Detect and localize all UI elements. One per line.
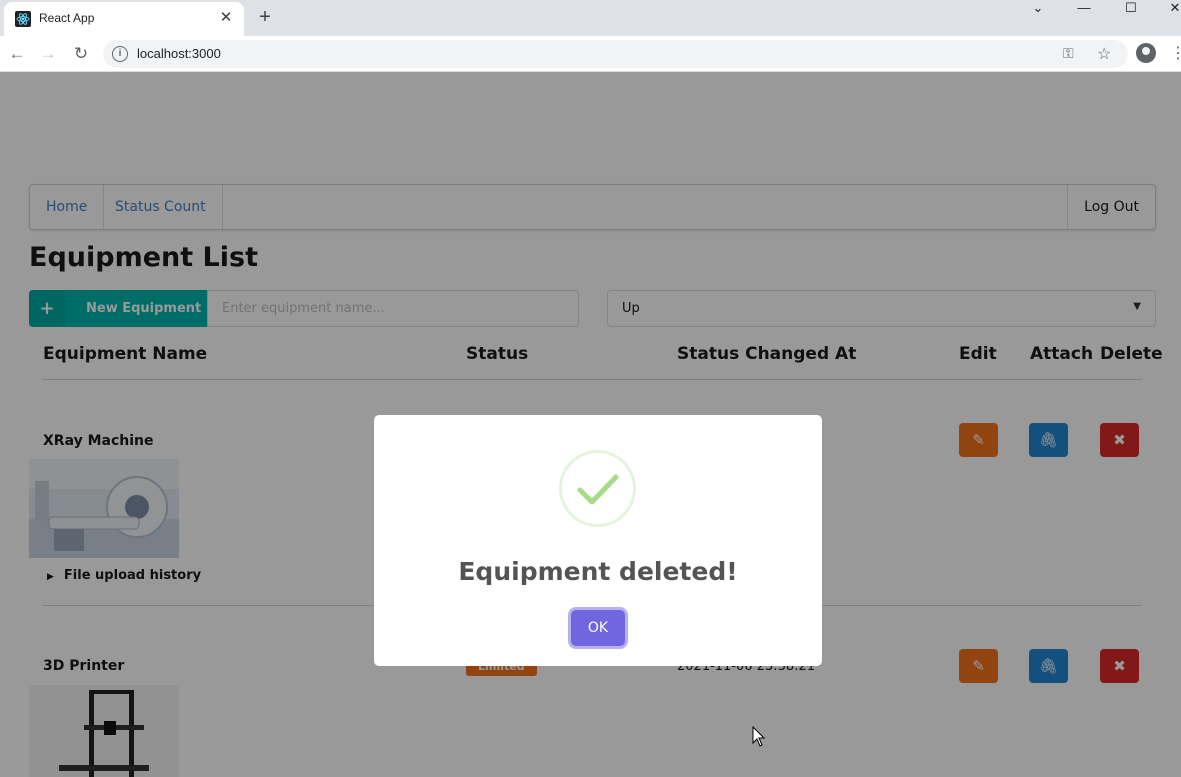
check-mark-icon <box>577 474 619 505</box>
maximize-icon[interactable]: ☐ <box>1109 0 1153 16</box>
key-icon[interactable]: ⚿ <box>1063 45 1074 62</box>
success-dialog: Equipment deleted! OK <box>374 415 822 666</box>
react-logo-icon <box>15 11 31 27</box>
page: Home Status Count Log Out Equipment List… <box>0 72 1181 777</box>
tab-close-icon[interactable]: ✕ <box>218 10 234 26</box>
new-tab-icon[interactable]: + <box>256 7 274 27</box>
browser-tab-bar: React App ✕ + ⌄ — ☐ ✕ <box>0 0 1181 36</box>
dialog-title: Equipment deleted! <box>458 557 738 586</box>
address-url[interactable]: localhost:3000 <box>137 46 221 61</box>
browser-toolbar: ← → ↻ i localhost:3000 ⚿ ☆ ⋮ <box>0 36 1181 72</box>
success-check-icon <box>559 450 636 527</box>
mouse-cursor-icon <box>752 726 766 747</box>
tab-search-chevron-icon[interactable]: ⌄ <box>1016 0 1060 16</box>
forward-arrow-icon[interactable]: → <box>38 44 58 64</box>
reload-icon[interactable]: ↻ <box>71 44 91 64</box>
profile-avatar-icon[interactable] <box>1136 43 1156 63</box>
back-arrow-icon[interactable]: ← <box>7 44 27 64</box>
tab-title: React App <box>39 11 95 25</box>
browser-menu-icon[interactable]: ⋮ <box>1170 44 1181 64</box>
minimize-icon[interactable]: — <box>1062 0 1106 16</box>
browser-tab[interactable]: React App ✕ <box>4 2 244 36</box>
bookmark-star-icon[interactable]: ☆ <box>1097 44 1111 64</box>
address-bar[interactable]: i localhost:3000 ⚿ ☆ <box>103 40 1128 68</box>
ok-button[interactable]: OK <box>571 610 625 646</box>
site-info-icon[interactable]: i <box>112 46 128 62</box>
window-close-icon[interactable]: ✕ <box>1153 0 1181 16</box>
